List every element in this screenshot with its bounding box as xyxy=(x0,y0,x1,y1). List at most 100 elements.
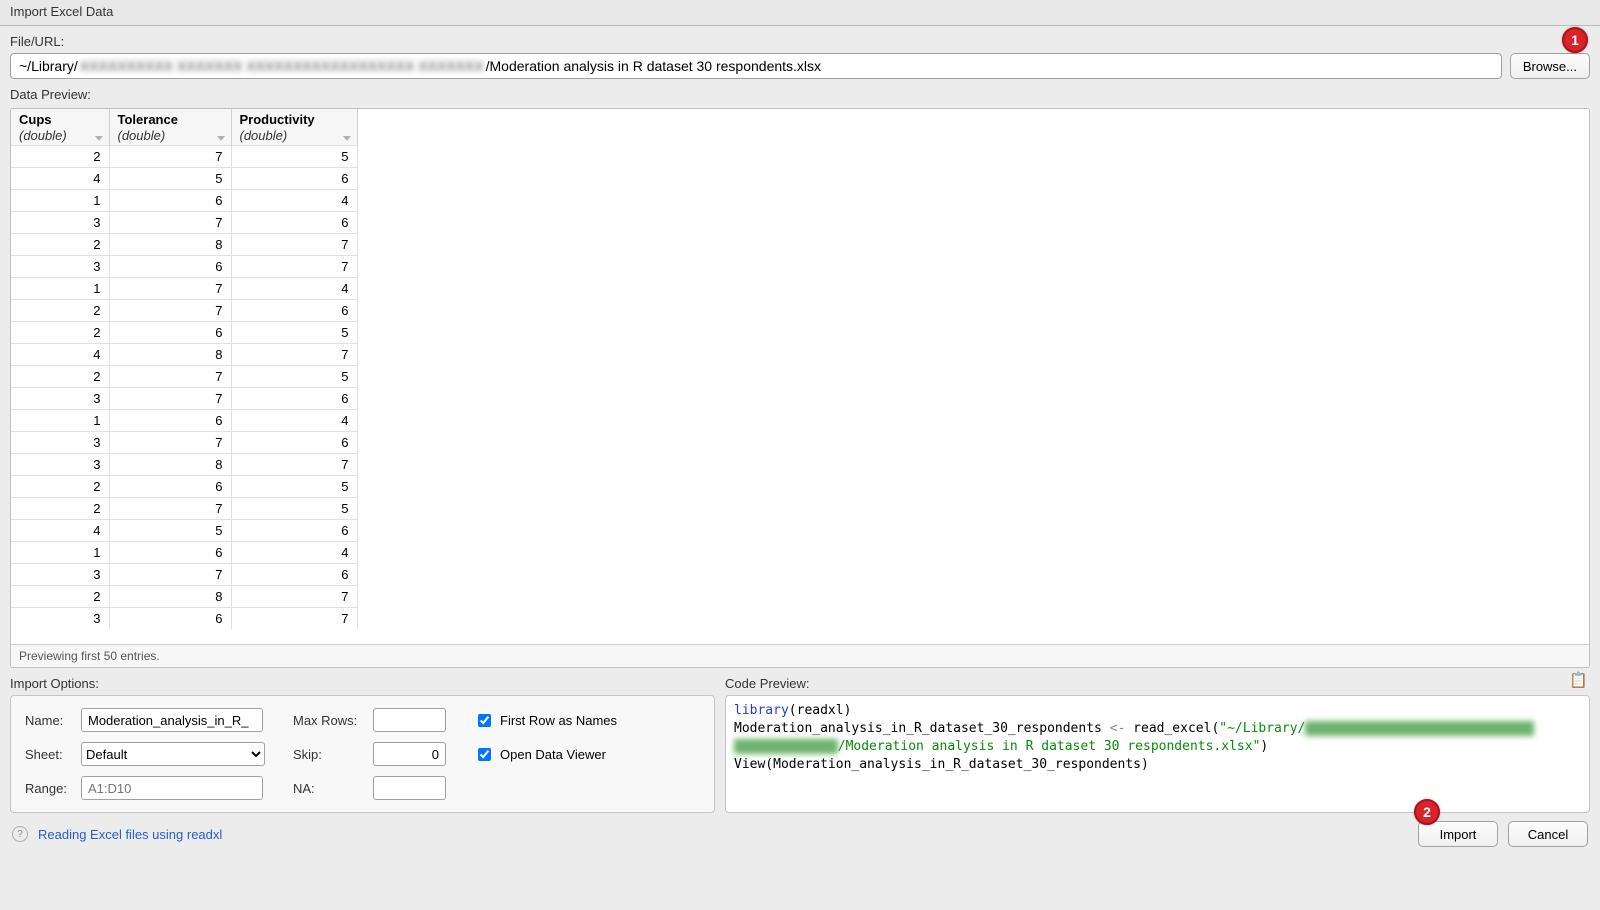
annotation-callout-2: 2 xyxy=(1414,799,1440,825)
table-cell: 6 xyxy=(109,255,231,277)
clipboard-icon[interactable]: 📋 xyxy=(1569,671,1588,689)
table-row: 275 xyxy=(11,145,357,167)
help-link[interactable]: Reading Excel files using readxl xyxy=(38,827,222,842)
table-cell: 7 xyxy=(231,233,357,255)
na-input[interactable] xyxy=(373,776,446,800)
table-cell: 2 xyxy=(11,233,109,255)
table-cell: 6 xyxy=(231,211,357,233)
table-cell: 3 xyxy=(11,607,109,629)
table-cell: 6 xyxy=(231,387,357,409)
table-cell: 3 xyxy=(11,255,109,277)
table-row: 376 xyxy=(11,563,357,585)
range-label: Range: xyxy=(25,781,73,796)
chevron-down-icon[interactable] xyxy=(95,136,103,141)
table-row: 265 xyxy=(11,321,357,343)
table-row: 367 xyxy=(11,607,357,629)
table-cell: 4 xyxy=(231,189,357,211)
table-cell: 2 xyxy=(11,145,109,167)
open-viewer-checkbox[interactable] xyxy=(478,748,491,761)
table-row: 164 xyxy=(11,541,357,563)
table-cell: 2 xyxy=(11,475,109,497)
data-preview-table: Cups(double)Tolerance(double)Productivit… xyxy=(11,109,358,629)
table-cell: 5 xyxy=(109,519,231,541)
column-header-cups[interactable]: Cups(double) xyxy=(11,109,109,145)
table-cell: 2 xyxy=(11,321,109,343)
first-row-label: First Row as Names xyxy=(500,713,617,728)
table-cell: 1 xyxy=(11,541,109,563)
table-row: 275 xyxy=(11,497,357,519)
table-cell: 2 xyxy=(11,497,109,519)
table-cell: 1 xyxy=(11,189,109,211)
table-cell: 6 xyxy=(231,563,357,585)
maxrows-input[interactable] xyxy=(373,708,446,732)
import-options-label: Import Options: xyxy=(10,676,715,691)
table-cell: 1 xyxy=(11,409,109,431)
table-cell: 7 xyxy=(109,497,231,519)
column-header-productivity[interactable]: Productivity(double) xyxy=(231,109,357,145)
column-header-tolerance[interactable]: Tolerance(double) xyxy=(109,109,231,145)
file-url-input[interactable]: ~/Library/XXXXXXXXXX XXXXXXX XXXXXXXXXXX… xyxy=(10,53,1502,79)
range-input[interactable] xyxy=(81,776,263,800)
file-path-suffix: /Moderation analysis in R dataset 30 res… xyxy=(486,54,821,78)
file-url-label: File/URL: xyxy=(10,34,1590,49)
table-cell: 5 xyxy=(231,365,357,387)
code-preview-label: Code Preview: xyxy=(725,676,1590,691)
table-cell: 6 xyxy=(109,409,231,431)
table-cell: 7 xyxy=(109,277,231,299)
skip-input[interactable] xyxy=(373,742,446,766)
table-cell: 4 xyxy=(11,343,109,365)
table-cell: 1 xyxy=(11,277,109,299)
table-cell: 7 xyxy=(109,211,231,233)
chevron-down-icon[interactable] xyxy=(217,136,225,141)
table-cell: 6 xyxy=(109,321,231,343)
table-cell: 3 xyxy=(11,563,109,585)
table-cell: 5 xyxy=(109,167,231,189)
table-row: 265 xyxy=(11,475,357,497)
browse-button[interactable]: Browse... xyxy=(1510,53,1590,79)
table-cell: 5 xyxy=(231,497,357,519)
table-row: 367 xyxy=(11,255,357,277)
name-input[interactable] xyxy=(81,708,263,732)
table-cell: 4 xyxy=(231,541,357,563)
table-row: 287 xyxy=(11,233,357,255)
table-cell: 7 xyxy=(109,299,231,321)
table-cell: 8 xyxy=(109,233,231,255)
na-label: NA: xyxy=(293,781,365,796)
table-cell: 6 xyxy=(231,431,357,453)
table-cell: 7 xyxy=(109,563,231,585)
sheet-select[interactable]: Default xyxy=(81,742,265,766)
import-button[interactable]: Import xyxy=(1418,821,1498,847)
file-path-redacted: XXXXXXXXXX XXXXXXX XXXXXXXXXXXXXXXXXX XX… xyxy=(80,54,484,78)
table-row: 376 xyxy=(11,387,357,409)
table-row: 487 xyxy=(11,343,357,365)
sheet-label: Sheet: xyxy=(25,747,73,762)
table-cell: 7 xyxy=(231,585,357,607)
table-cell: 2 xyxy=(11,299,109,321)
table-row: 387 xyxy=(11,453,357,475)
table-cell: 8 xyxy=(109,453,231,475)
table-cell: 4 xyxy=(231,409,357,431)
table-cell: 7 xyxy=(231,607,357,629)
table-cell: 4 xyxy=(11,167,109,189)
dialog-title: Import Excel Data xyxy=(0,0,1600,26)
cancel-button[interactable]: Cancel xyxy=(1508,821,1588,847)
table-cell: 6 xyxy=(231,299,357,321)
table-cell: 7 xyxy=(231,255,357,277)
table-row: 456 xyxy=(11,519,357,541)
table-cell: 3 xyxy=(11,387,109,409)
table-cell: 6 xyxy=(109,475,231,497)
table-cell: 7 xyxy=(231,453,357,475)
table-row: 276 xyxy=(11,299,357,321)
first-row-checkbox[interactable] xyxy=(478,714,491,727)
data-preview-label: Data Preview: xyxy=(10,87,1590,102)
table-cell: 4 xyxy=(11,519,109,541)
table-cell: 6 xyxy=(109,189,231,211)
help-icon[interactable]: ? xyxy=(12,826,28,842)
table-cell: 6 xyxy=(231,519,357,541)
chevron-down-icon[interactable] xyxy=(343,136,351,141)
table-row: 287 xyxy=(11,585,357,607)
code-preview[interactable]: library(readxl) Moderation_analysis_in_R… xyxy=(725,695,1590,813)
table-cell: 7 xyxy=(109,387,231,409)
table-cell: 7 xyxy=(231,343,357,365)
maxrows-label: Max Rows: xyxy=(293,713,365,728)
